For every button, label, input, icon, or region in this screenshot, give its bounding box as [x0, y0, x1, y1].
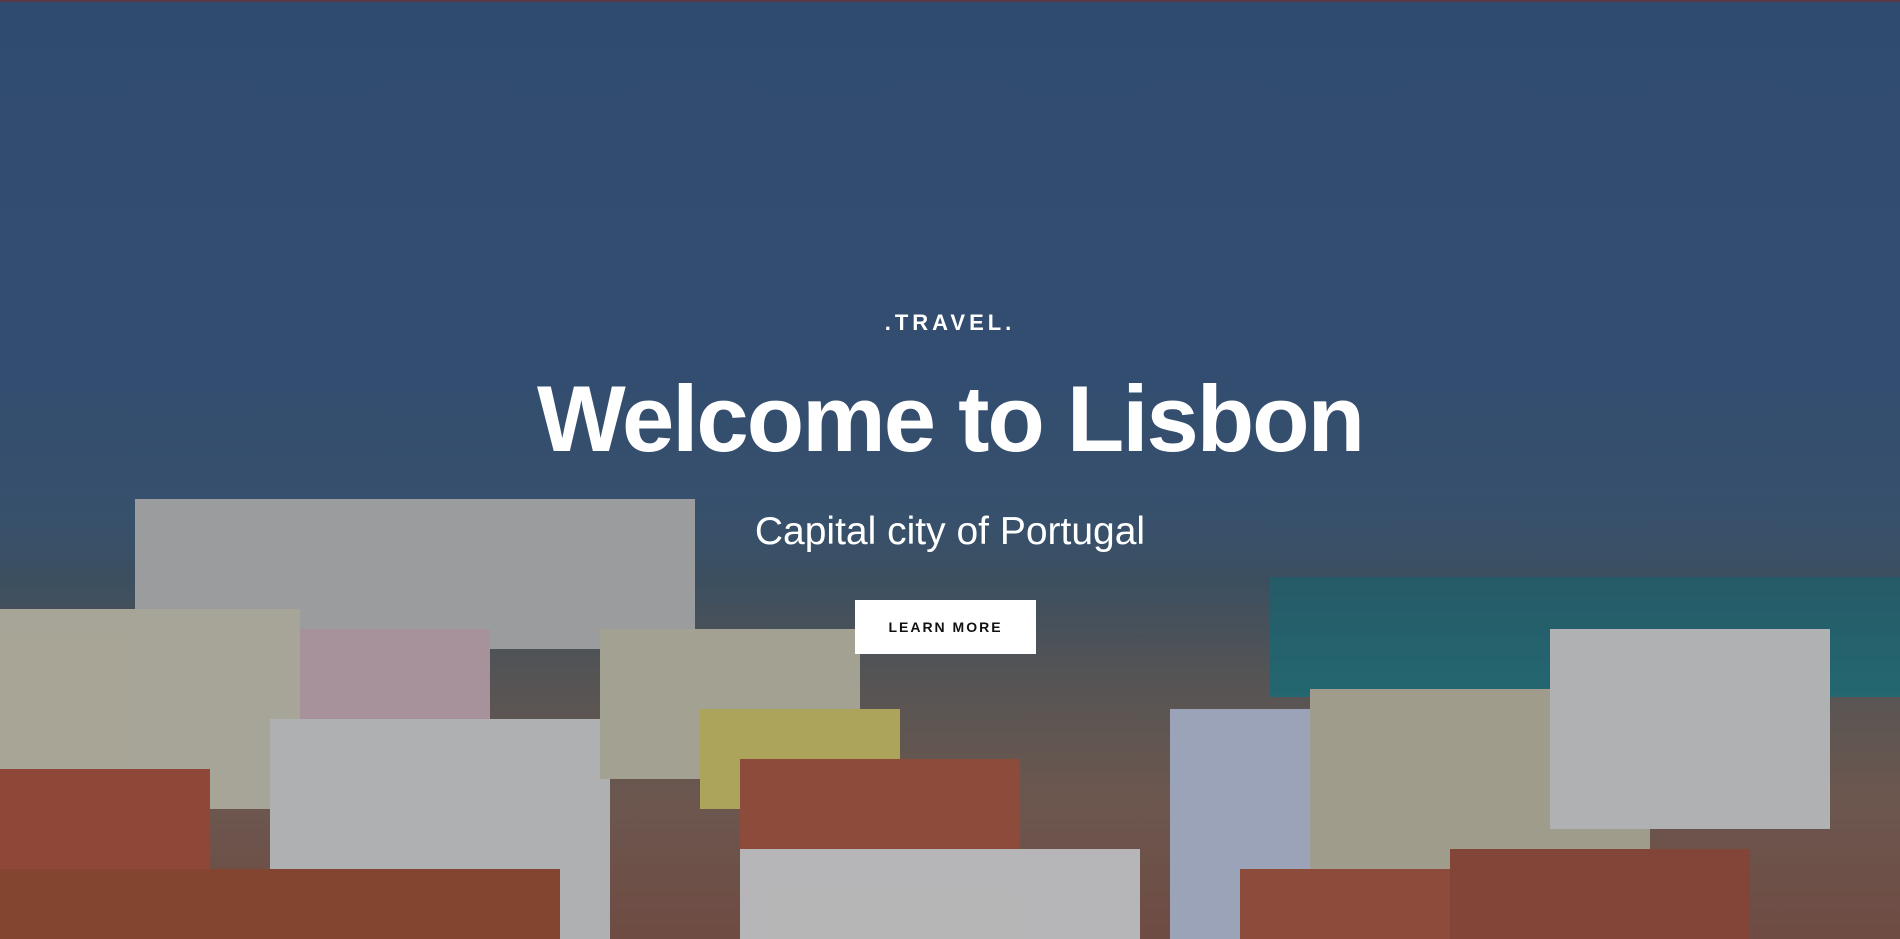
hero-section: .TRAVEL. Welcome to Lisbon Capital city … [0, 0, 1900, 939]
hero-subtitle: Capital city of Portugal [754, 510, 1146, 553]
learn-more-button[interactable]: LEARN MORE [855, 600, 1036, 654]
hero-title: Welcome to Lisbon [537, 366, 1365, 471]
hero-kicker: .TRAVEL. [884, 310, 1016, 335]
